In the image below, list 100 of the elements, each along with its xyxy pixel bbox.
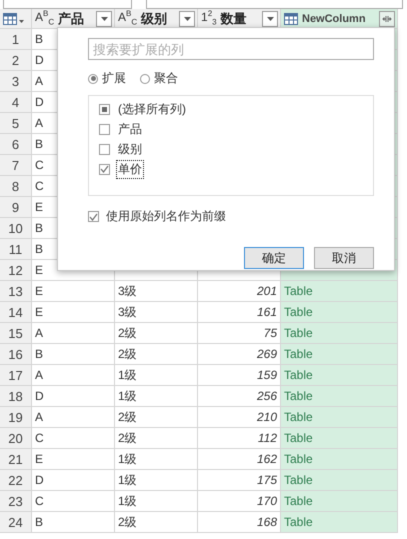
table-cell: A bbox=[32, 407, 115, 428]
checkbox[interactable] bbox=[99, 144, 110, 154]
row-number: 21 bbox=[0, 449, 32, 470]
row-number: 5 bbox=[0, 113, 32, 134]
table-cell: A bbox=[32, 365, 115, 386]
row-number: 11 bbox=[0, 239, 32, 260]
ok-button[interactable]: 确定 bbox=[244, 247, 304, 269]
table-cell: 159 bbox=[198, 365, 281, 386]
row-number: 2 bbox=[0, 50, 32, 71]
table-link[interactable]: Table bbox=[281, 470, 398, 491]
column-header[interactable]: NewColumn bbox=[281, 9, 398, 29]
table-link[interactable]: Table bbox=[281, 428, 398, 449]
cancel-button[interactable]: 取消 bbox=[314, 247, 374, 269]
table-link[interactable]: Table bbox=[281, 491, 398, 512]
row-number: 24 bbox=[0, 512, 32, 533]
table-cell: 75 bbox=[198, 323, 281, 344]
table-cell: 1级 bbox=[115, 449, 198, 470]
column-option[interactable]: (选择所有列) bbox=[117, 100, 187, 118]
search-field[interactable]: 搜索要扩展的列 bbox=[88, 38, 374, 60]
row-number: 19 bbox=[0, 407, 32, 428]
table-cell: 1级 bbox=[115, 491, 198, 512]
table-cell: 3级 bbox=[115, 281, 198, 302]
table-cell: 2级 bbox=[115, 323, 198, 344]
column-title: 级别 bbox=[141, 10, 168, 28]
table-cell: D bbox=[32, 386, 115, 407]
table-link[interactable]: Table bbox=[281, 281, 398, 302]
row-number: 1 bbox=[0, 29, 32, 50]
column-header[interactable]: A$^{B}$$_{C}$ 级别 bbox=[115, 9, 198, 29]
table-cell: B bbox=[32, 512, 115, 533]
table-cell: 1级 bbox=[115, 386, 198, 407]
table-cell: 256 bbox=[198, 386, 281, 407]
row-number: 6 bbox=[0, 134, 32, 155]
table-link[interactable]: Table bbox=[281, 365, 398, 386]
row-number: 18 bbox=[0, 386, 32, 407]
table-cell: 201 bbox=[198, 281, 281, 302]
table-cell: 2级 bbox=[115, 512, 198, 533]
row-number: 20 bbox=[0, 428, 32, 449]
row-number: 23 bbox=[0, 491, 32, 512]
column-title: 产品 bbox=[58, 10, 86, 28]
table-cell: 161 bbox=[198, 302, 281, 323]
table-cell: E bbox=[32, 449, 115, 470]
table-cell: 162 bbox=[198, 449, 281, 470]
caret-icon bbox=[184, 16, 190, 20]
table-cell: 1级 bbox=[115, 365, 198, 386]
row-number: 8 bbox=[0, 176, 32, 197]
filter-dropdown[interactable] bbox=[96, 10, 112, 26]
caret-icon bbox=[100, 16, 108, 20]
table-link[interactable]: Table bbox=[281, 323, 398, 344]
column-title: NewColumn bbox=[302, 12, 367, 24]
table-cell: 210 bbox=[198, 407, 281, 428]
table-cell: C bbox=[32, 491, 115, 512]
row-number: 4 bbox=[0, 92, 32, 113]
checkbox[interactable] bbox=[99, 104, 110, 114]
row-number: 17 bbox=[0, 365, 32, 386]
row-number: 13 bbox=[0, 281, 32, 302]
row-number: 15 bbox=[0, 323, 32, 344]
table-link[interactable]: Table bbox=[281, 512, 398, 533]
column-header[interactable]: 1$^{2}$$_{3}$ 数量 bbox=[198, 9, 281, 29]
table-link[interactable]: Table bbox=[281, 407, 398, 428]
checkbox[interactable] bbox=[99, 124, 110, 134]
column-title: 数量 bbox=[220, 10, 248, 28]
row-number: 12 bbox=[0, 260, 32, 281]
expand-button[interactable] bbox=[379, 10, 395, 26]
table-cell: 2级 bbox=[115, 407, 198, 428]
row-number: 16 bbox=[0, 344, 32, 365]
table-cell: A bbox=[32, 323, 115, 344]
column-option[interactable]: 单价 bbox=[117, 160, 143, 178]
table-cell: 170 bbox=[198, 491, 281, 512]
table-cell: B bbox=[32, 344, 115, 365]
table-cell: 168 bbox=[198, 512, 281, 533]
table-icon bbox=[284, 12, 298, 24]
table-cell: 2级 bbox=[115, 344, 198, 365]
table-cell: D bbox=[32, 470, 115, 491]
expand-icon bbox=[382, 14, 392, 22]
table-cell: 2级 bbox=[115, 428, 198, 449]
row-number: 14 bbox=[0, 302, 32, 323]
table-cell: 175 bbox=[198, 470, 281, 491]
table-link[interactable]: Table bbox=[281, 344, 398, 365]
filter-dropdown[interactable] bbox=[179, 10, 195, 26]
checkbox[interactable] bbox=[99, 164, 110, 174]
table-link[interactable]: Table bbox=[281, 302, 398, 323]
column-option[interactable]: 产品 bbox=[117, 120, 143, 138]
caret-icon bbox=[266, 16, 274, 20]
column-header[interactable]: A$^{B}$$_{C}$ 产品 bbox=[32, 9, 115, 29]
row-number: 10 bbox=[0, 218, 32, 239]
table-link[interactable]: Table bbox=[281, 449, 398, 470]
row-number: 9 bbox=[0, 197, 32, 218]
table-cell: E bbox=[32, 302, 115, 323]
row-number: 22 bbox=[0, 470, 32, 491]
table-cell: E bbox=[32, 281, 115, 302]
table-link[interactable]: Table bbox=[281, 386, 398, 407]
row-number: 7 bbox=[0, 155, 32, 176]
table-cell: 3级 bbox=[115, 302, 198, 323]
row-number: 3 bbox=[0, 71, 32, 92]
column-option[interactable]: 级别 bbox=[117, 140, 143, 158]
filter-dropdown[interactable] bbox=[262, 10, 278, 26]
checkbox[interactable] bbox=[88, 211, 99, 222]
radio-option[interactable]: 聚合 bbox=[140, 70, 178, 87]
table-menu-icon[interactable] bbox=[3, 12, 25, 24]
table-cell: 269 bbox=[198, 344, 281, 365]
